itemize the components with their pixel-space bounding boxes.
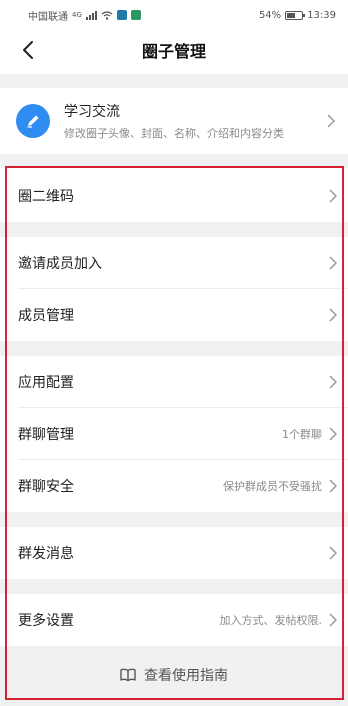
broadcast-message-label: 群发消息 xyxy=(18,546,74,562)
wifi-icon xyxy=(101,10,113,20)
group-chat-row[interactable]: 群聊管理 1个群聊 xyxy=(0,408,348,460)
chevron-right-icon xyxy=(329,546,338,560)
usage-guide-label: 查看使用指南 xyxy=(144,668,228,684)
section-divider xyxy=(0,341,348,356)
page-title: 圈子管理 xyxy=(141,42,206,61)
back-arrow-icon xyxy=(23,41,33,59)
carrier-label: 中国联通 xyxy=(28,11,68,23)
more-settings-hint: 加入方式、发帖权限. xyxy=(219,614,323,627)
qr-code-row[interactable]: 圈二维码 xyxy=(0,170,348,222)
chevron-right-icon xyxy=(329,613,338,627)
chat-security-row[interactable]: 群聊安全 保护群成员不受骚扰 xyxy=(0,460,348,512)
group-chat-label: 群聊管理 xyxy=(18,427,74,443)
battery-percent: 54% xyxy=(258,9,282,21)
app-config-label: 应用配置 xyxy=(18,375,74,391)
app-config-row[interactable]: 应用配置 xyxy=(0,356,348,408)
invite-members-label: 邀请成员加入 xyxy=(18,256,102,272)
signal-icon xyxy=(85,10,97,20)
broadcast-message-row[interactable]: 群发消息 xyxy=(0,527,348,579)
member-management-label: 成员管理 xyxy=(18,308,74,324)
profile-text: 学习交流 修改圈子头像、封面、名称、介绍和内容分类 xyxy=(64,101,326,141)
chevron-right-icon xyxy=(329,189,338,203)
section-divider xyxy=(0,579,348,594)
more-settings-label: 更多设置 xyxy=(18,613,74,629)
book-icon xyxy=(120,668,136,682)
circle-avatar xyxy=(16,104,50,138)
chat-security-hint: 保护群成员不受骚扰 xyxy=(223,480,322,493)
chevron-right-icon xyxy=(329,256,338,270)
group-chat-count: 1个群聊 xyxy=(282,428,322,441)
chevron-right-icon xyxy=(329,308,338,322)
chevron-right-icon xyxy=(327,114,336,128)
chevron-right-icon xyxy=(329,427,338,441)
chat-security-label: 群聊安全 xyxy=(18,479,74,495)
network-tag: 4G xyxy=(72,11,82,19)
chevron-right-icon xyxy=(329,375,338,389)
circle-profile-row[interactable]: 学习交流 修改圈子头像、封面、名称、介绍和内容分类 xyxy=(0,88,348,154)
section-divider xyxy=(0,222,348,237)
wechat-notification-icon xyxy=(130,10,141,20)
status-right: 54% 13:39 xyxy=(259,10,336,21)
circle-name: 学习交流 xyxy=(64,104,120,120)
invite-members-row[interactable]: 邀请成员加入 xyxy=(0,237,348,289)
section-divider xyxy=(0,154,348,168)
status-left: 中国联通 4G xyxy=(28,8,141,23)
chevron-right-icon xyxy=(329,479,338,493)
section-divider xyxy=(0,512,348,527)
qr-code-label: 圈二维码 xyxy=(18,189,74,205)
edit-pen-icon xyxy=(27,115,39,128)
clock: 13:39 xyxy=(307,9,336,21)
status-bar: 中国联通 4G 54% 13:39 xyxy=(0,0,348,30)
nav-bar: 圈子管理 xyxy=(0,30,348,70)
member-management-row[interactable]: 成员管理 xyxy=(0,289,348,341)
app-notification-icon xyxy=(116,10,127,20)
usage-guide-link[interactable]: 查看使用指南 xyxy=(0,652,348,698)
circle-description: 修改圈子头像、封面、名称、介绍和内容分类 xyxy=(64,127,284,140)
section-divider xyxy=(0,74,348,88)
back-button[interactable] xyxy=(14,36,42,64)
battery-icon xyxy=(285,10,306,20)
more-settings-row[interactable]: 更多设置 加入方式、发帖权限. xyxy=(0,594,348,646)
